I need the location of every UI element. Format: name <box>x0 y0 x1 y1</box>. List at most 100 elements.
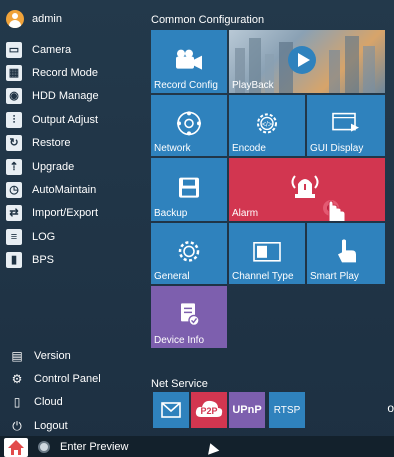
tile-encode[interactable]: </> Encode <box>229 95 305 156</box>
sidebar-item-label: Import/Export <box>32 207 99 220</box>
sidebar-item-bps[interactable]: ▮ BPS <box>6 249 99 272</box>
net-tile-p2p[interactable]: P2P <box>191 392 227 428</box>
tile-network[interactable]: Network <box>151 95 227 156</box>
tile-record-config[interactable]: Record Config <box>151 30 227 93</box>
encode-gear-icon: </> <box>257 112 277 133</box>
restore-icon: ↻ <box>6 135 22 152</box>
sidebar-item-hdd-manage[interactable]: ◉ HDD Manage <box>6 85 99 108</box>
tile-general[interactable]: General <box>151 223 227 284</box>
floppy-disk-icon <box>179 177 199 198</box>
device-info-icon <box>181 303 200 327</box>
play-icon <box>288 46 316 74</box>
sidebar-bottom-menu: ▤ Version ⚙ Control Panel ▯ Cloud ⏻ Logo… <box>10 344 101 437</box>
tile-label: Network <box>154 143 191 154</box>
sidebar-item-automaintain[interactable]: ◷ AutoMaintain <box>6 178 99 201</box>
sidebar-menu: ▭ Camera ▦ Record Mode ◉ HDD Manage ⫶ Ou… <box>6 38 99 272</box>
tile-backup[interactable]: Backup <box>151 158 227 221</box>
tile-label: Encode <box>232 143 266 154</box>
control-panel-icon: ⚙ <box>11 371 23 386</box>
sidebar-item-label: Logout <box>34 419 68 432</box>
net-tile-email[interactable] <box>153 392 189 428</box>
tile-label: Alarm <box>232 208 259 219</box>
display-icon <box>332 112 359 132</box>
tile-device-info[interactable]: Device Info <box>151 286 227 348</box>
sidebar-item-upgrade[interactable]: ⇡ Upgrade <box>6 155 99 178</box>
sidebar-item-label: Output Adjust <box>32 113 99 126</box>
sidebar-item-label: Version <box>34 349 71 362</box>
network-icon <box>177 110 201 135</box>
log-icon: ≡ <box>6 228 22 245</box>
output-adjust-icon: ⫶ <box>6 111 22 128</box>
cloud-icon: ▯ <box>13 395 21 410</box>
sidebar-item-cloud[interactable]: ▯ Cloud <box>10 391 101 414</box>
camera-icon: ▭ <box>6 41 22 58</box>
sidebar-item-label: AutoMaintain <box>32 184 97 197</box>
sidebar-item-label: Upgrade <box>32 160 75 173</box>
tile-label: Smart Play <box>310 271 359 282</box>
sidebar-item-label: HDD Manage <box>32 90 99 103</box>
sidebar-item-label: Restore <box>32 137 71 150</box>
tile-gui-display[interactable]: GUI Display <box>307 95 385 156</box>
main-menu-window: admin ▭ Camera ▦ Record Mode ◉ HDD Manag… <box>0 0 394 457</box>
hdd-icon: ◉ <box>6 88 22 105</box>
sidebar-item-label: Record Mode <box>32 67 99 80</box>
record-mode-icon: ▦ <box>6 65 22 82</box>
tile-label: Channel Type <box>232 271 294 282</box>
version-icon: ▤ <box>11 348 23 363</box>
user-name: admin <box>32 13 62 25</box>
tile-label: Record Config <box>154 80 218 91</box>
sidebar-item-restore[interactable]: ↻ Restore <box>6 132 99 155</box>
p2p-label: P2P <box>200 406 218 416</box>
tap-hand-icon <box>323 200 346 221</box>
common-configuration-title: Common Configuration <box>151 14 265 26</box>
tile-label: Backup <box>154 208 188 219</box>
gear-icon <box>178 240 200 262</box>
search-icon[interactable]: o <box>387 401 394 415</box>
sidebar-item-output-adjust[interactable]: ⫶ Output Adjust <box>6 108 99 131</box>
automaintain-icon: ◷ <box>6 182 22 199</box>
upgrade-icon: ⇡ <box>6 158 22 175</box>
tile-label: General <box>154 271 190 282</box>
svg-text:</>: </> <box>262 121 272 128</box>
preview-icon[interactable] <box>38 441 50 453</box>
sidebar-item-label: Control Panel <box>34 372 101 385</box>
tile-playback[interactable]: PlayBack <box>229 30 385 93</box>
home-icon <box>8 440 24 455</box>
sidebar-item-log[interactable]: ≡ LOG <box>6 225 99 248</box>
sidebar-item-camera[interactable]: ▭ Camera <box>6 38 99 61</box>
sidebar-item-label: Cloud <box>34 396 63 409</box>
sidebar-item-version[interactable]: ▤ Version <box>10 344 101 367</box>
taskbar: Enter Preview <box>0 436 394 457</box>
net-tile-upnp[interactable]: UPnP <box>229 392 265 428</box>
avatar <box>6 10 24 28</box>
camera-icon <box>176 49 202 70</box>
tile-smart-play[interactable]: Smart Play <box>307 223 385 284</box>
sidebar-item-label: Camera <box>32 43 72 56</box>
enter-preview-label[interactable]: Enter Preview <box>60 441 128 453</box>
start-home-button[interactable] <box>4 438 28 457</box>
tile-channel-type[interactable]: Channel Type <box>229 223 305 284</box>
sidebar-item-record-mode[interactable]: ▦ Record Mode <box>6 61 99 84</box>
sidebar-item-import-export[interactable]: ⇄ Import/Export <box>6 202 99 225</box>
tile-alarm[interactable]: Alarm <box>229 158 385 221</box>
sidebar-item-label: BPS <box>32 254 55 267</box>
power-icon: ⏻ <box>12 418 22 433</box>
email-icon <box>161 402 181 418</box>
tile-label: Device Info <box>154 335 205 346</box>
sidebar-item-logout[interactable]: ⏻ Logout <box>10 414 101 437</box>
net-service-title: Net Service <box>151 378 208 390</box>
pointer-hand-icon <box>338 238 356 262</box>
tile-label: GUI Display <box>310 143 364 154</box>
channel-type-icon <box>253 241 281 262</box>
sidebar-item-control-panel[interactable]: ⚙ Control Panel <box>10 367 101 390</box>
sidebar-item-label: LOG <box>32 230 56 243</box>
net-tile-rtsp[interactable]: RTSP <box>269 392 305 428</box>
upnp-label: UPnP <box>232 404 262 416</box>
sidebar: admin ▭ Camera ▦ Record Mode ◉ HDD Manag… <box>0 0 146 436</box>
import-export-icon: ⇄ <box>6 205 22 222</box>
bps-icon: ▮ <box>6 252 22 269</box>
alarm-siren-icon <box>291 175 319 198</box>
user-row[interactable]: admin <box>6 8 62 30</box>
rtsp-label: RTSP <box>273 404 301 416</box>
tile-label: PlayBack <box>232 80 274 91</box>
